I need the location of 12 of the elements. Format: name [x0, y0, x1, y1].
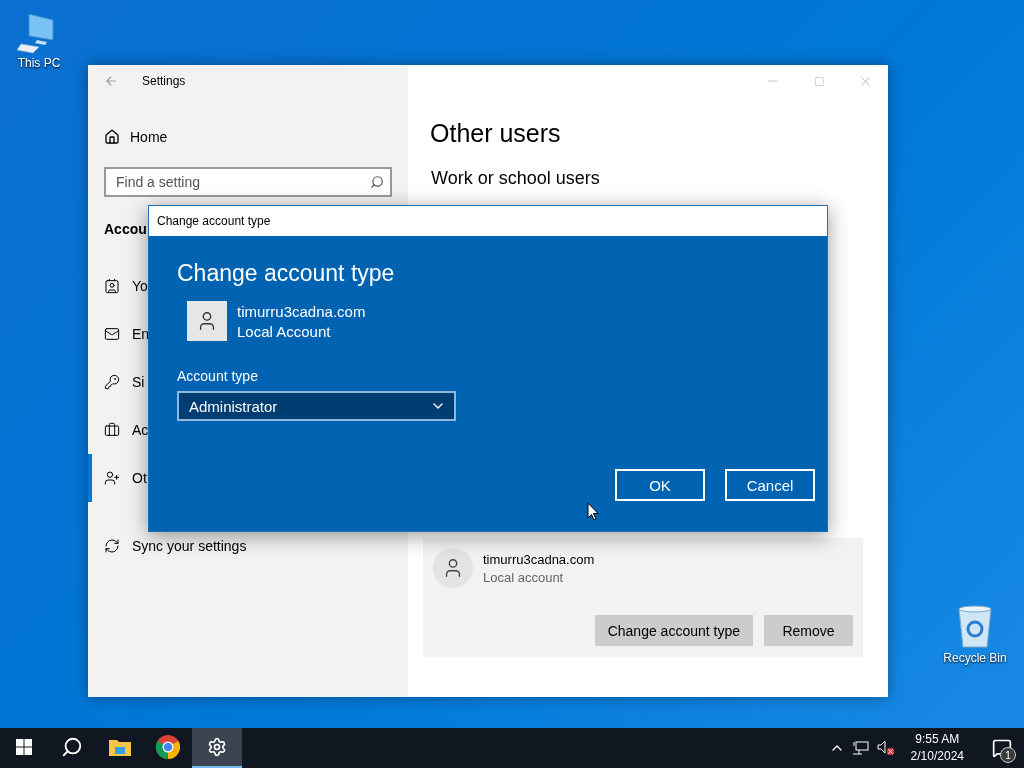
- field-label: Account type: [177, 368, 258, 384]
- page-heading: Other users: [430, 119, 562, 148]
- account-type: Local account: [483, 569, 565, 585]
- notification-count: 1: [1000, 747, 1016, 763]
- window-title: Settings: [142, 74, 186, 88]
- dialog-heading: Change account type: [177, 260, 396, 287]
- section-heading: Work or school users: [431, 168, 601, 189]
- section-title: Accou: [104, 221, 147, 239]
- user-name: timurru3cadna.com: [237, 302, 366, 320]
- account-type: Local Account: [237, 322, 332, 340]
- dialog-title: Change account type: [157, 214, 271, 228]
- user-name: timurru3cadna.com: [483, 551, 595, 567]
